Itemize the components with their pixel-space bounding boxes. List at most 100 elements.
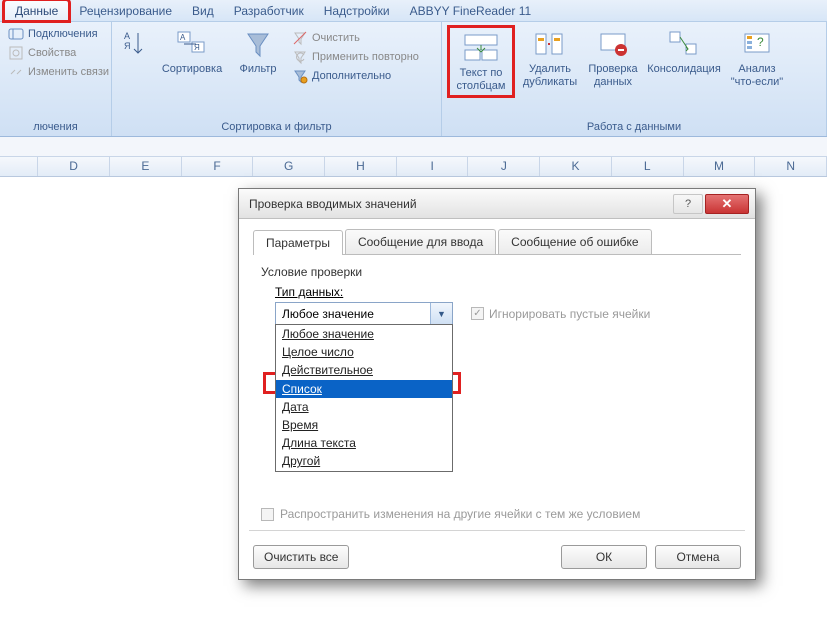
criteria-heading: Условие проверки <box>261 265 733 279</box>
sort-icon: АЯ <box>175 27 209 61</box>
col-header-h[interactable]: H <box>325 157 397 176</box>
option-whole[interactable]: Целое число <box>276 343 452 361</box>
tab-error-alert[interactable]: Сообщение об ошибке <box>498 229 651 254</box>
whatif-label: Анализ "что-если" <box>729 63 785 88</box>
allow-value: Любое значение <box>282 307 374 321</box>
dialog-separator <box>249 530 745 531</box>
option-decimal[interactable]: Действительное <box>276 361 452 379</box>
col-header-n[interactable]: N <box>755 157 827 176</box>
svg-text:А: А <box>124 31 130 41</box>
text-to-columns-button[interactable]: Текст по столбцам <box>451 29 511 94</box>
consolidate-button[interactable]: Консолидация <box>645 25 723 78</box>
check-icon: ✓ <box>471 307 484 320</box>
group-label-connections: лючения <box>5 119 106 136</box>
allow-dropdown-list: Любое значение Целое число Действительно… <box>275 324 453 472</box>
advanced-label: Дополнительно <box>312 70 391 82</box>
advanced-filter-button[interactable]: Дополнительно <box>289 67 422 85</box>
tab-input-message[interactable]: Сообщение для ввода <box>345 229 496 254</box>
consolidate-icon <box>667 27 701 61</box>
col-header-l[interactable]: L <box>612 157 684 176</box>
properties-icon <box>8 45 24 61</box>
edit-links-label: Изменить связи <box>28 66 109 78</box>
clear-label: Очистить <box>312 32 360 44</box>
remove-duplicates-icon <box>533 27 567 61</box>
propagate-checkbox: ✓ Распространить изменения на другие яче… <box>261 507 640 521</box>
option-textlen[interactable]: Длина текста <box>276 434 452 452</box>
option-date[interactable]: Дата <box>276 398 452 416</box>
close-button[interactable]: ✕ <box>705 194 749 214</box>
reapply-button[interactable]: Применить повторно <box>289 48 422 66</box>
ribbon: Подключения Свойства Изменить связи люче… <box>0 22 827 137</box>
col-header-j[interactable]: J <box>468 157 540 176</box>
col-header-k[interactable]: K <box>540 157 612 176</box>
tab-abbyy[interactable]: ABBYY FineReader 11 <box>400 1 542 21</box>
allow-combo[interactable]: Любое значение ▼ Любое значение Целое чи… <box>275 302 453 325</box>
col-header-d[interactable]: D <box>38 157 110 176</box>
dialog-titlebar[interactable]: Проверка вводимых значений ? ✕ <box>239 189 755 219</box>
ribbon-group-sort-filter: АЯ АЯ Сортировка Фильтр <box>112 22 442 136</box>
filter-label: Фильтр <box>240 63 277 76</box>
reapply-label: Применить повторно <box>312 51 419 63</box>
sort-label: Сортировка <box>162 63 222 76</box>
consolidate-label: Консолидация <box>647 63 721 76</box>
help-button[interactable]: ? <box>673 194 703 214</box>
dialog-tabs: Параметры Сообщение для ввода Сообщение … <box>253 229 741 255</box>
sort-button[interactable]: АЯ Сортировка <box>157 25 227 78</box>
validation-label: Проверка данных <box>587 63 639 88</box>
text-to-columns-highlight: Текст по столбцам <box>447 25 515 98</box>
properties-button[interactable]: Свойства <box>5 44 112 62</box>
col-header-i[interactable]: I <box>397 157 469 176</box>
ribbon-tabstrip: Данные Рецензирование Вид Разработчик На… <box>0 0 827 22</box>
filter-icon <box>241 27 275 61</box>
ignore-blank-checkbox: ✓ Игнорировать пустые ячейки <box>471 307 650 321</box>
col-header-f[interactable]: F <box>182 157 254 176</box>
data-validation-dialog: Проверка вводимых значений ? ✕ Параметры… <box>238 188 756 580</box>
data-validation-button[interactable]: Проверка данных <box>585 25 641 90</box>
ignore-blank-label: Игнорировать пустые ячейки <box>489 307 650 321</box>
dropdown-arrow-icon[interactable]: ▼ <box>430 303 452 324</box>
tab-data[interactable]: Данные <box>4 0 69 21</box>
tab-addins[interactable]: Надстройки <box>314 1 400 21</box>
option-time[interactable]: Время <box>276 416 452 434</box>
data-validation-icon <box>596 27 630 61</box>
svg-text:Я: Я <box>124 41 131 51</box>
option-custom[interactable]: Другой <box>276 452 452 470</box>
connections-icon <box>8 26 24 42</box>
svg-text:А: А <box>180 33 186 42</box>
worksheet-area[interactable]: Проверка вводимых значений ? ✕ Параметры… <box>0 177 827 636</box>
col-header-g[interactable]: G <box>253 157 325 176</box>
group-label-data-tools: Работа с данными <box>447 119 821 136</box>
group-label-sort-filter: Сортировка и фильтр <box>117 119 436 136</box>
text-to-columns-icon <box>464 31 498 65</box>
option-any[interactable]: Любое значение <box>276 325 452 343</box>
what-if-button[interactable]: ? Анализ "что-если" <box>727 25 787 90</box>
sort-az-button[interactable]: АЯ <box>117 25 151 63</box>
filter-button[interactable]: Фильтр <box>233 25 283 78</box>
connections-button[interactable]: Подключения <box>5 25 112 43</box>
edit-links-icon <box>8 64 24 80</box>
clear-filter-button[interactable]: Очистить <box>289 29 422 47</box>
tab-view[interactable]: Вид <box>182 1 224 21</box>
reapply-icon <box>292 49 308 65</box>
advanced-icon <box>292 68 308 84</box>
column-headers: D E F G H I J K L M N <box>0 157 827 177</box>
col-header-blank[interactable] <box>0 157 38 176</box>
remove-duplicates-button[interactable]: Удалить дубликаты <box>519 25 581 90</box>
allow-label: Тип данных: <box>275 285 733 299</box>
col-header-e[interactable]: E <box>110 157 182 176</box>
what-if-icon: ? <box>740 27 774 61</box>
tab-review[interactable]: Рецензирование <box>69 1 182 21</box>
tab-parameters[interactable]: Параметры <box>253 230 343 255</box>
cancel-button[interactable]: Отмена <box>655 545 741 569</box>
edit-links-button[interactable]: Изменить связи <box>5 63 112 81</box>
tab-developer[interactable]: Разработчик <box>224 1 314 21</box>
ribbon-group-connections: Подключения Свойства Изменить связи люче… <box>0 22 112 136</box>
propagate-label: Распространить изменения на другие ячейк… <box>280 507 640 521</box>
col-header-m[interactable]: M <box>684 157 756 176</box>
ok-button[interactable]: ОК <box>561 545 647 569</box>
check-icon-empty: ✓ <box>261 508 274 521</box>
clear-icon <box>292 30 308 46</box>
ribbon-group-data-tools: Текст по столбцам Удалить дубликаты Пров… <box>442 22 827 136</box>
option-list[interactable]: Список <box>276 380 452 398</box>
clear-all-button[interactable]: Очистить все <box>253 545 349 569</box>
